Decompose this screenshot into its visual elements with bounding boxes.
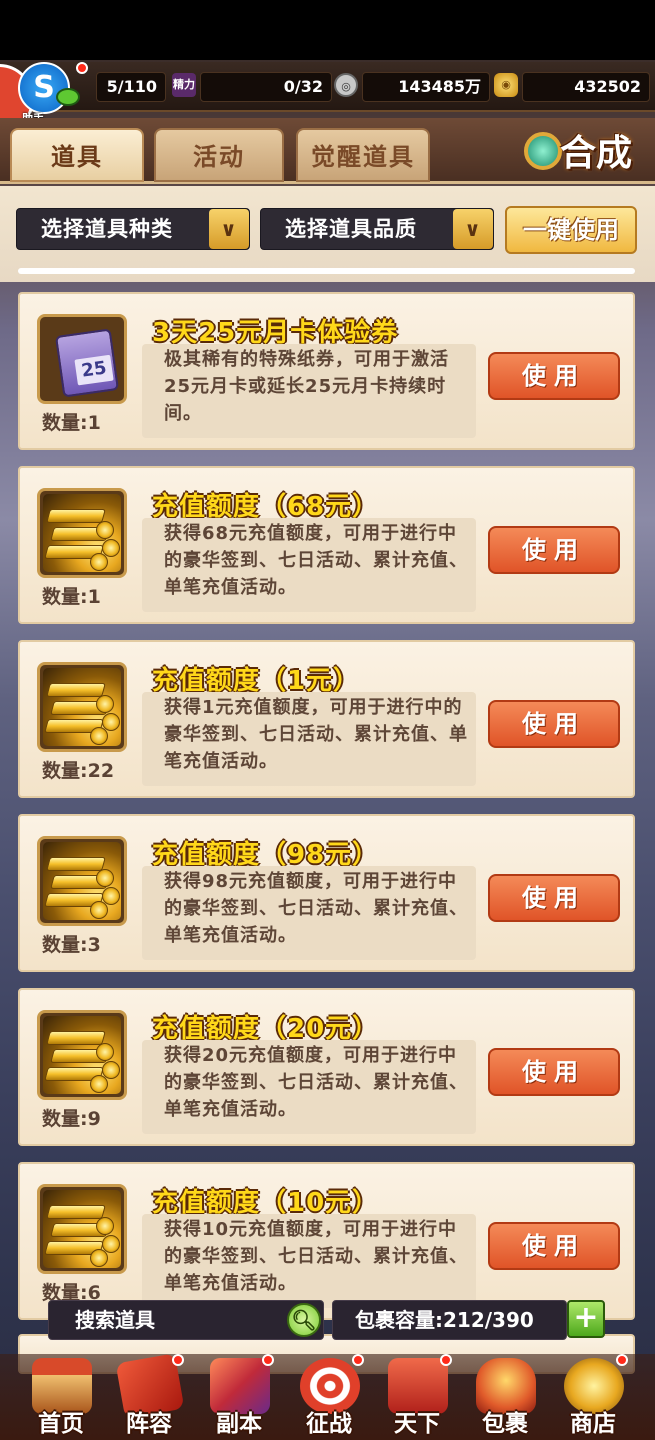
notification-dot (616, 1354, 628, 1366)
item-quantity: 数量:1 (42, 412, 101, 434)
search-placeholder: 搜索道具 (75, 1308, 155, 1332)
notification-dot (76, 62, 88, 74)
item-description: 获得98元充值额度，可用于进行中的豪华签到、七日活动、累计充值、单笔充值活动。 (164, 871, 468, 946)
item-description: 获得10元充值额度，可用于进行中的豪华签到、七日活动、累计充值、单笔充值活动。 (164, 1219, 468, 1294)
item-description: 极其稀有的特殊纸券，可用于激活25元月卡或延长25元月卡持续时间。 (164, 349, 449, 424)
item-card: 数量:6 充值额度（10元） 获得10元充值额度，可用于进行中的豪华签到、七日活… (18, 1162, 635, 1320)
nav-label: 阵容 (126, 1411, 172, 1437)
gold-bars-icon (37, 836, 127, 926)
item-type-label: 选择道具种类 (41, 217, 173, 241)
nav-home[interactable]: 首页 (18, 1354, 104, 1440)
use-button[interactable]: 使用 (488, 700, 620, 748)
use-button[interactable]: 使用 (488, 874, 620, 922)
item-card: 数量:9 充值额度（20元） 获得20元充值额度，可用于进行中的豪华签到、七日活… (18, 988, 635, 1146)
item-quantity: 数量:22 (42, 760, 115, 782)
gold-stat: 432502 (522, 72, 650, 102)
nav-label: 天下 (394, 1411, 440, 1437)
tab-items[interactable]: 道具 (10, 128, 144, 182)
item-quantity: 数量:3 (42, 934, 101, 956)
status-bar (0, 0, 655, 60)
nav-label: 商店 (570, 1411, 616, 1437)
item-card: 25 数量:1 3天25元月卡体验券 极其稀有的特殊纸券，可用于激活25元月卡或… (18, 292, 635, 450)
compose-label: 合成 (560, 133, 633, 174)
search-input[interactable]: 搜索道具 🔍︎ (48, 1300, 324, 1340)
item-type-dropdown[interactable]: 选择道具种类 ∨ (16, 208, 250, 250)
bird-icon (56, 88, 80, 106)
notification-dot (352, 1354, 364, 1366)
search-icon[interactable]: 🔍︎ (287, 1303, 321, 1337)
energy-icon: 精力 (172, 73, 196, 97)
silver-stat: 143485万 (362, 72, 490, 102)
chevron-down-icon: ∨ (453, 209, 493, 249)
use-button[interactable]: 使用 (488, 352, 620, 400)
bag-capacity: 包裹容量:212/390 (332, 1300, 567, 1340)
item-card: 数量:3 充值额度（98元） 获得98元充值额度，可用于进行中的豪华签到、七日活… (18, 814, 635, 972)
notification-dot (172, 1354, 184, 1366)
nav-bag[interactable]: 包裹 (462, 1354, 548, 1440)
divider (18, 268, 635, 274)
nav-lineup[interactable]: 阵容 (106, 1353, 192, 1440)
nav-label: 征战 (306, 1411, 352, 1437)
stamina-stat: 5/110 (96, 72, 166, 102)
item-quantity: 数量:9 (42, 1108, 101, 1130)
nav-shop[interactable]: 商店 (550, 1354, 636, 1440)
compose-button[interactable]: 合成 (520, 122, 645, 178)
gem-icon (524, 132, 562, 170)
gold-bars-icon (37, 662, 127, 752)
item-description: 获得68元充值额度，可用于进行中的豪华签到、七日活动、累计充值、单笔充值活动。 (164, 523, 468, 598)
gold-bars-icon (37, 1184, 127, 1274)
nav-label: 首页 (38, 1411, 84, 1437)
voucher-icon: 25 (37, 314, 127, 404)
tab-activity[interactable]: 活动 (154, 128, 284, 182)
gold-bars-icon (37, 1010, 127, 1100)
notification-dot (262, 1354, 274, 1366)
nav-label: 包裹 (482, 1411, 528, 1437)
item-description: 获得1元充值额度，可用于进行中的豪华签到、七日活动、累计充值、单笔充值活动。 (164, 697, 468, 772)
chevron-down-icon: ∨ (209, 209, 249, 249)
gold-ingot-icon: ◉ (494, 73, 518, 97)
voucher-number: 25 (74, 354, 114, 386)
item-description: 获得20元充值额度，可用于进行中的豪华签到、七日活动、累计充值、单笔充值活动。 (164, 1045, 468, 1120)
use-button[interactable]: 使用 (488, 1048, 620, 1096)
silver-coin-icon: ◎ (334, 73, 358, 97)
use-button[interactable]: 使用 (488, 1222, 620, 1270)
item-quality-dropdown[interactable]: 选择道具品质 ∨ (260, 208, 494, 250)
item-quantity: 数量:1 (42, 586, 101, 608)
energy-stat: 0/32 (200, 72, 332, 102)
item-card: 数量:1 充值额度（68元） 获得68元充值额度，可用于进行中的豪华签到、七日活… (18, 466, 635, 624)
gold-bars-icon (37, 488, 127, 578)
item-quality-label: 选择道具品质 (285, 217, 417, 241)
nav-campaign[interactable]: 征战 (286, 1354, 372, 1440)
expand-capacity-button[interactable]: + (567, 1300, 605, 1338)
nav-label: 副本 (216, 1411, 262, 1437)
nav-dungeon[interactable]: 副本 (196, 1354, 282, 1440)
use-button[interactable]: 使用 (488, 526, 620, 574)
tab-awaken-items[interactable]: 觉醒道具 (296, 128, 430, 182)
nav-world[interactable]: 天下 (374, 1354, 460, 1440)
screen: 5/110 精力 0/32 ◎ 143485万 ◉ 432502 S 助手 道具… (0, 0, 655, 1440)
use-all-button[interactable]: 一键使用 (505, 206, 637, 254)
item-card: 数量:22 充值额度（1元） 获得1元充值额度，可用于进行中的豪华签到、七日活动… (18, 640, 635, 798)
notification-dot (440, 1354, 452, 1366)
